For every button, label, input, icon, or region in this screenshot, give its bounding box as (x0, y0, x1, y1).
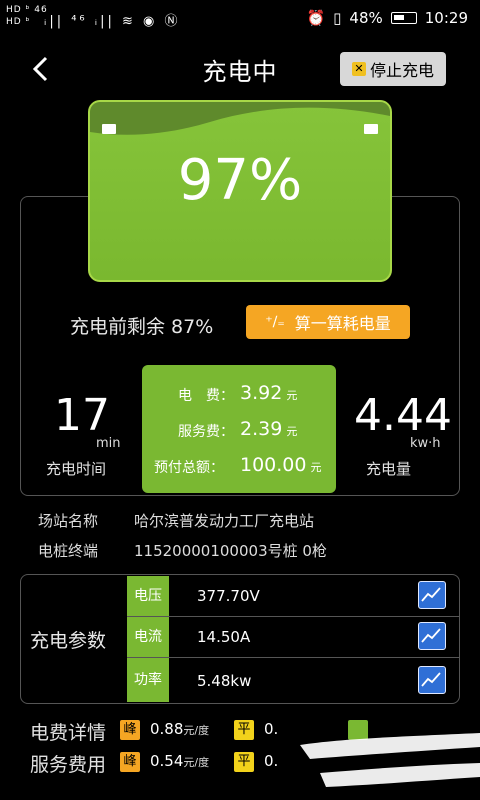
line-chart-icon (421, 628, 441, 643)
flat-tag: 平 (234, 720, 254, 740)
energy-unit: kw·h (410, 436, 441, 451)
service-fee-value-wrap: 2.39 元 (240, 418, 297, 440)
charge-percent: 97% (177, 148, 303, 213)
electric-fee-value: 3.92 (240, 382, 283, 404)
alarm-icon: ⏰ (306, 9, 326, 27)
electric-fee-unit: 元 (286, 389, 298, 402)
price-unit: 元/度 (183, 724, 210, 737)
calculate-consumption-button[interactable]: ⁺∕₌ 算一算耗电量 (246, 305, 410, 339)
electric-peak-price: 0.88元/度 (150, 720, 209, 738)
param-row-voltage: 电压 377.70V (127, 576, 460, 617)
terminal-value: 11520000100003号桩 0枪 (134, 542, 327, 560)
params-title: 充电参数 (30, 630, 107, 652)
price-unit: 元/度 (183, 756, 210, 769)
battery-percent: 48% (349, 9, 383, 27)
close-icon: ✕ (351, 62, 366, 76)
clock: 10:29 (424, 9, 468, 27)
service-fee-value: 2.39 (240, 418, 283, 440)
electric-flat-price: 0. (264, 720, 279, 738)
remain-before-label: 充电前剩余 87% (70, 316, 214, 338)
voltage-chart-button[interactable] (418, 581, 446, 609)
service-fee-label: 服务费： (178, 424, 234, 440)
current-chart-button[interactable] (418, 622, 446, 650)
electric-fee-label: 电 费： (178, 388, 234, 404)
service-flat-price: 0. (264, 752, 279, 770)
param-value: 5.48kw (197, 672, 252, 690)
electric-detail-title[interactable]: 电费详情 (30, 718, 106, 745)
hd-top-label: HD ᵇ 46 (6, 5, 48, 15)
prepaid-value: 100.00 (240, 454, 307, 476)
param-name: 功率 (127, 658, 169, 702)
prepaid-unit: 元 (310, 461, 322, 474)
stop-charging-label: 停止充电 (369, 61, 434, 80)
peak-tag: 峰 (120, 752, 140, 772)
service-detail-title[interactable]: 服务费用 (30, 750, 106, 777)
energy-value: 4.44 (354, 390, 452, 441)
fee-summary: 电 费： 3.92 元 服务费： 2.39 元 预付总额： 100.00 元 (142, 365, 336, 493)
param-name: 电流 (127, 617, 169, 657)
peak-tag: 峰 (120, 720, 140, 740)
param-value: 377.70V (197, 587, 260, 605)
service-fee-unit: 元 (286, 425, 298, 438)
battery-icon (390, 12, 417, 24)
calculator-icon: ⁺∕₌ (265, 314, 285, 330)
service-peak-value: 0.54 (150, 752, 184, 770)
hd-bottom-label: HD ᵇ (6, 17, 31, 27)
status-bar: HD ᵇ 46 HD ᵇ ᵢ|| ⁴⁶ ᵢ|| ≋ ◉ Ⓝ ⏰ ▯ 48% 10… (0, 0, 480, 36)
line-chart-icon (421, 672, 441, 687)
prepaid-label: 预付总额： (154, 460, 224, 476)
terminal-label: 电桩终端 (38, 542, 99, 560)
electric-fee-value-wrap: 3.92 元 (240, 382, 297, 404)
flat-tag: 平 (234, 752, 254, 772)
station-name-value: 哈尔滨普发动力工厂充电站 (134, 512, 315, 530)
prepaid-value-wrap: 100.00 元 (240, 454, 321, 476)
param-row-power: 功率 5.48kw (127, 658, 460, 702)
line-chart-icon (421, 587, 441, 602)
station-name-label: 场站名称 (38, 512, 99, 530)
network-indicator: HD ᵇ 46 HD ᵇ (6, 4, 48, 28)
stop-charging-button[interactable]: ✕ 停止充电 (340, 52, 446, 86)
charge-time-caption: 充电时间 (46, 460, 107, 478)
service-peak-price: 0.54元/度 (150, 752, 209, 770)
vibrate-icon: ▯ (333, 9, 342, 27)
charge-time-unit: min (96, 436, 121, 451)
charge-time-value: 17 (54, 390, 110, 441)
signal-icons: ᵢ|| ⁴⁶ ᵢ|| ≋ ◉ Ⓝ (44, 14, 181, 29)
param-name: 电压 (127, 576, 169, 616)
brush-watermark (300, 733, 480, 787)
status-right: ⏰ ▯ 48% 10:29 (306, 9, 468, 27)
calc-label: 算一算耗电量 (294, 314, 391, 333)
power-chart-button[interactable] (418, 666, 446, 694)
param-value: 14.50A (197, 628, 251, 646)
param-row-current: 电流 14.50A (127, 617, 460, 658)
electric-peak-value: 0.88 (150, 720, 184, 738)
energy-caption: 充电量 (366, 460, 412, 478)
